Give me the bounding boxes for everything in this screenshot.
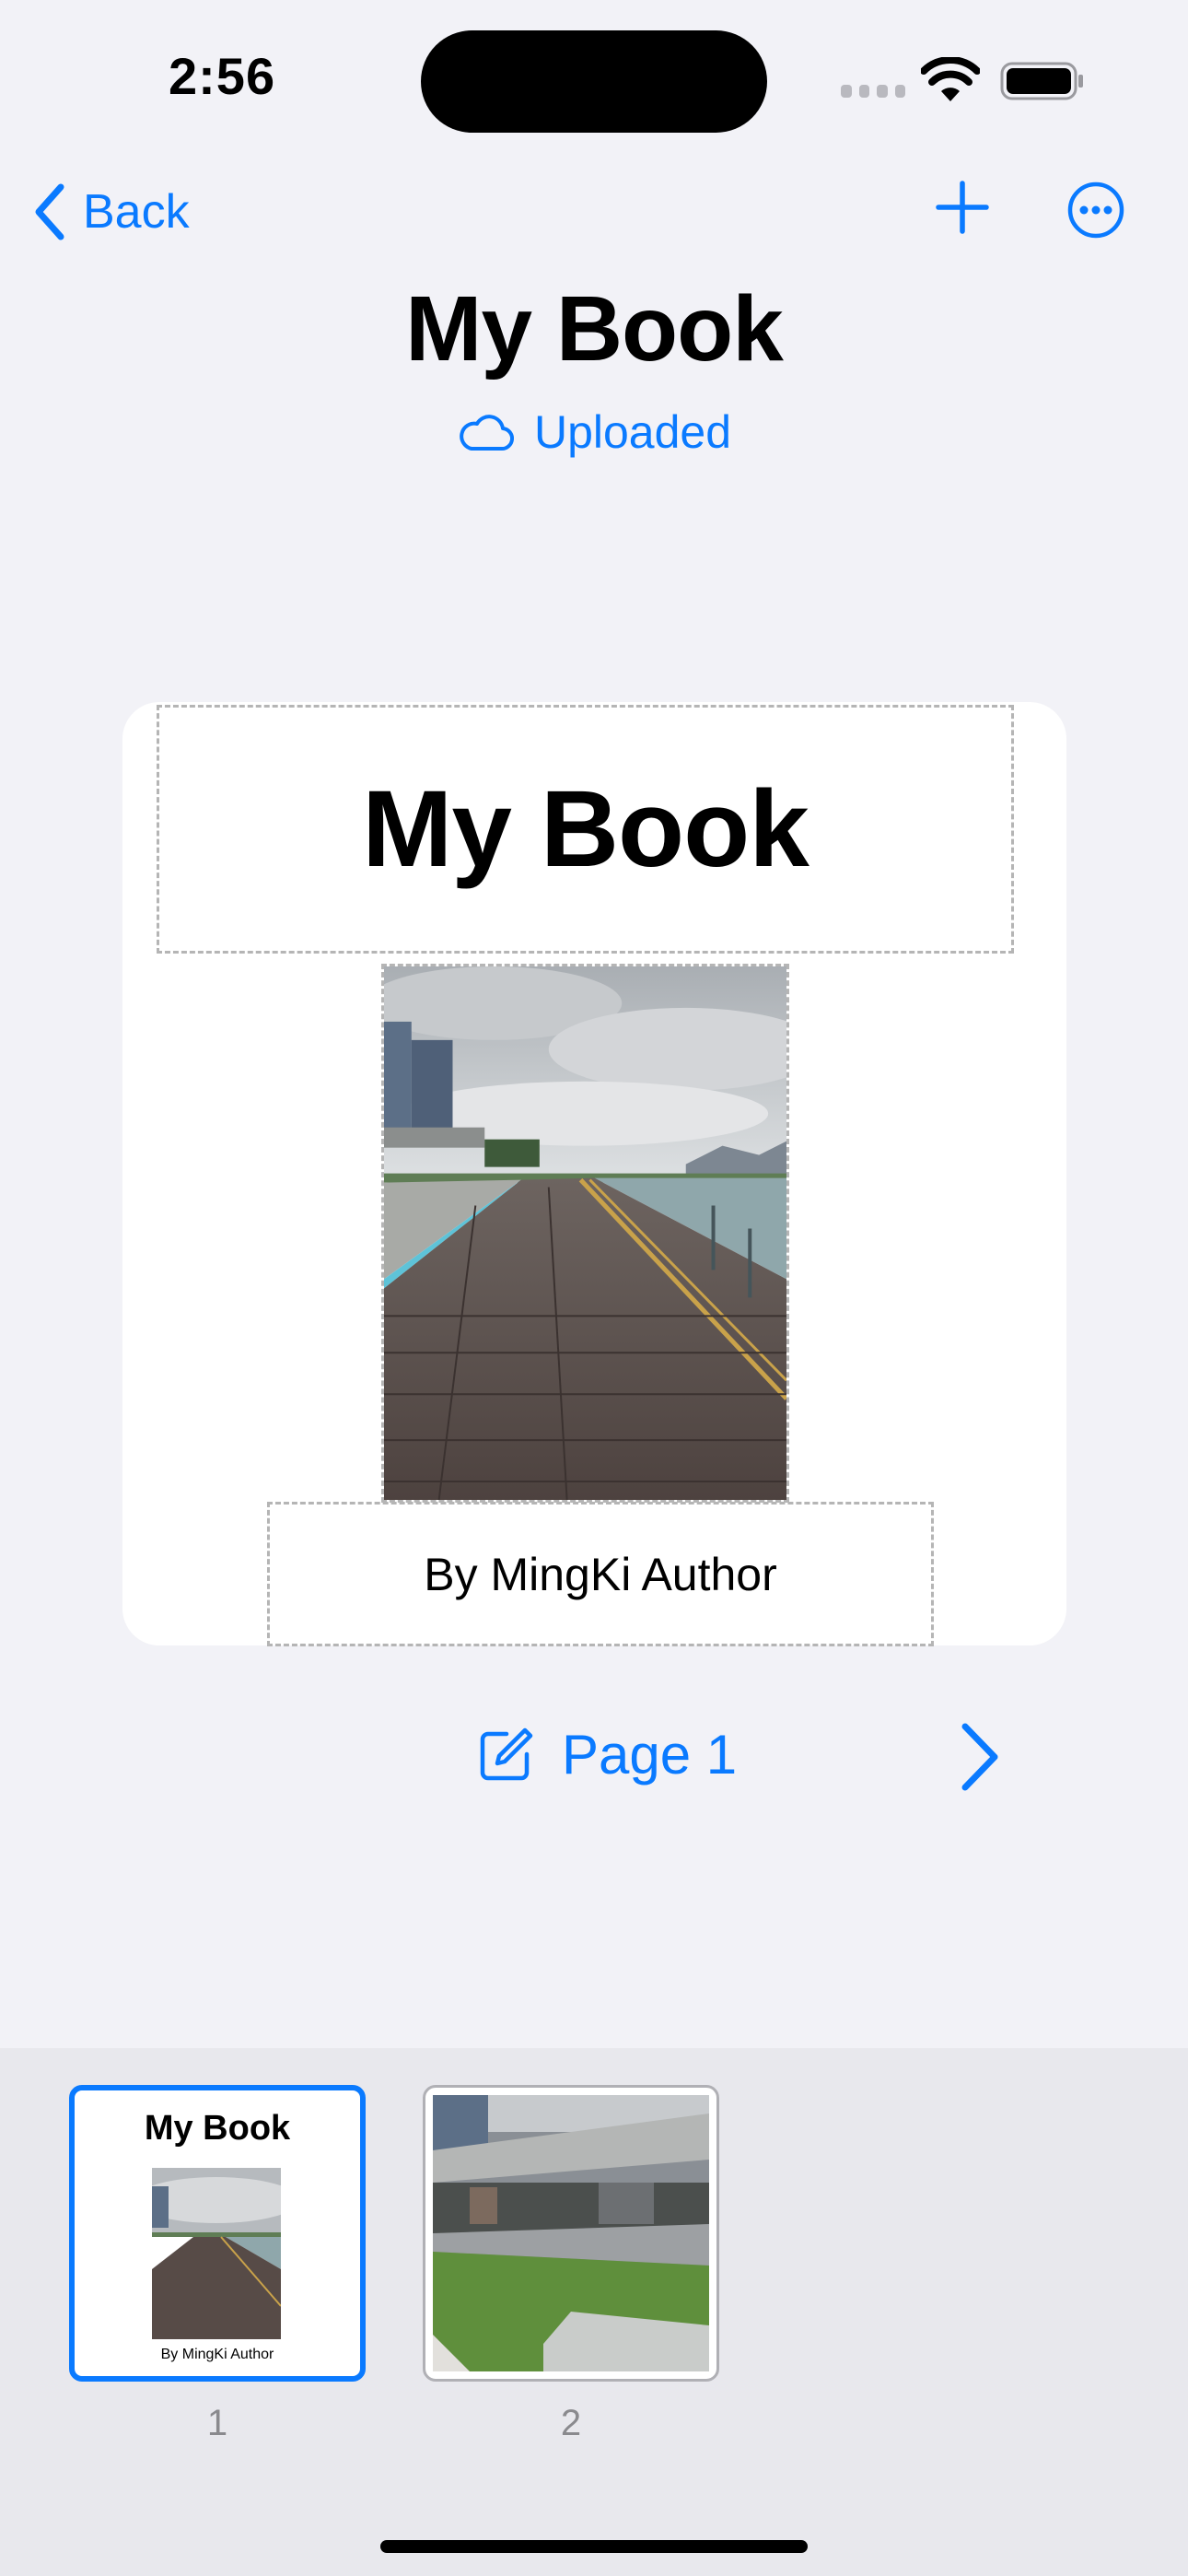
wifi-icon bbox=[921, 57, 980, 101]
page-label: Page 1 bbox=[562, 1724, 738, 1786]
card-title-textbox[interactable]: My Book bbox=[157, 705, 1014, 954]
page-title: My Book bbox=[405, 277, 784, 381]
page-edit-button[interactable]: Page 1 bbox=[477, 1723, 737, 1786]
dynamic-island bbox=[421, 30, 767, 133]
more-options-button[interactable] bbox=[1066, 181, 1125, 240]
thumbnail-photo bbox=[433, 2095, 709, 2371]
back-label: Back bbox=[83, 185, 190, 239]
next-page-button[interactable] bbox=[958, 1721, 1002, 1793]
chevron-left-icon bbox=[35, 183, 64, 240]
thumbnail-author: By MingKi Author bbox=[160, 2347, 274, 2362]
card-photo[interactable] bbox=[381, 964, 789, 1503]
sync-status: Uploaded bbox=[0, 405, 1188, 459]
boardwalk-photo bbox=[384, 966, 786, 1500]
cellular-signal-icon bbox=[841, 85, 905, 98]
cloud-icon bbox=[460, 415, 514, 451]
thumbnail-number-1: 1 bbox=[206, 2403, 228, 2443]
home-indicator bbox=[380, 2540, 808, 2553]
square-pencil-icon bbox=[480, 1727, 533, 1780]
page-thumbnail-1[interactable]: My Book By MingKi Author bbox=[69, 2085, 366, 2382]
back-button[interactable]: Back bbox=[33, 180, 190, 244]
thumbnail-number-2: 2 bbox=[560, 2403, 582, 2443]
status-time: 2:56 bbox=[169, 47, 276, 105]
add-button[interactable] bbox=[935, 180, 990, 235]
sync-status-label: Uploaded bbox=[533, 406, 732, 458]
thumbnail-photo bbox=[152, 2168, 281, 2339]
thumbnail-title: My Book bbox=[144, 2109, 291, 2148]
battery-icon bbox=[1000, 62, 1083, 100]
card-author-textbox[interactable]: By MingKi Author bbox=[267, 1502, 934, 1646]
page-thumbnail-2[interactable] bbox=[423, 2085, 719, 2382]
